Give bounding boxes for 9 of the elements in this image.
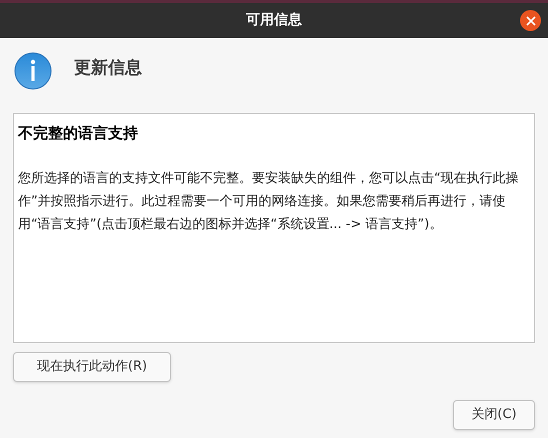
- close-dialog-button[interactable]: 关闭(C): [453, 400, 535, 430]
- message-text: 您所选择的语言的支持文件可能不完整。要安装缺失的组件，您可以点击“现在执行此操作”并按照指示进行。此过程需要一个可用的网络连接。如果您需要稍后再进行，请使用“语言支持”(点击顶栏最右边的图标并选择“系统设置... -> 语言支持”)。: [18, 170, 520, 234]
- message-heading: 不完整的语言支持: [18, 123, 139, 144]
- close-button[interactable]: [520, 10, 541, 31]
- dialog-heading: 更新信息: [74, 57, 142, 80]
- close-icon: [526, 16, 536, 26]
- window-title: 可用信息: [246, 11, 302, 30]
- info-icon: [14, 52, 52, 90]
- run-action-button[interactable]: 现在执行此动作(R): [13, 352, 171, 382]
